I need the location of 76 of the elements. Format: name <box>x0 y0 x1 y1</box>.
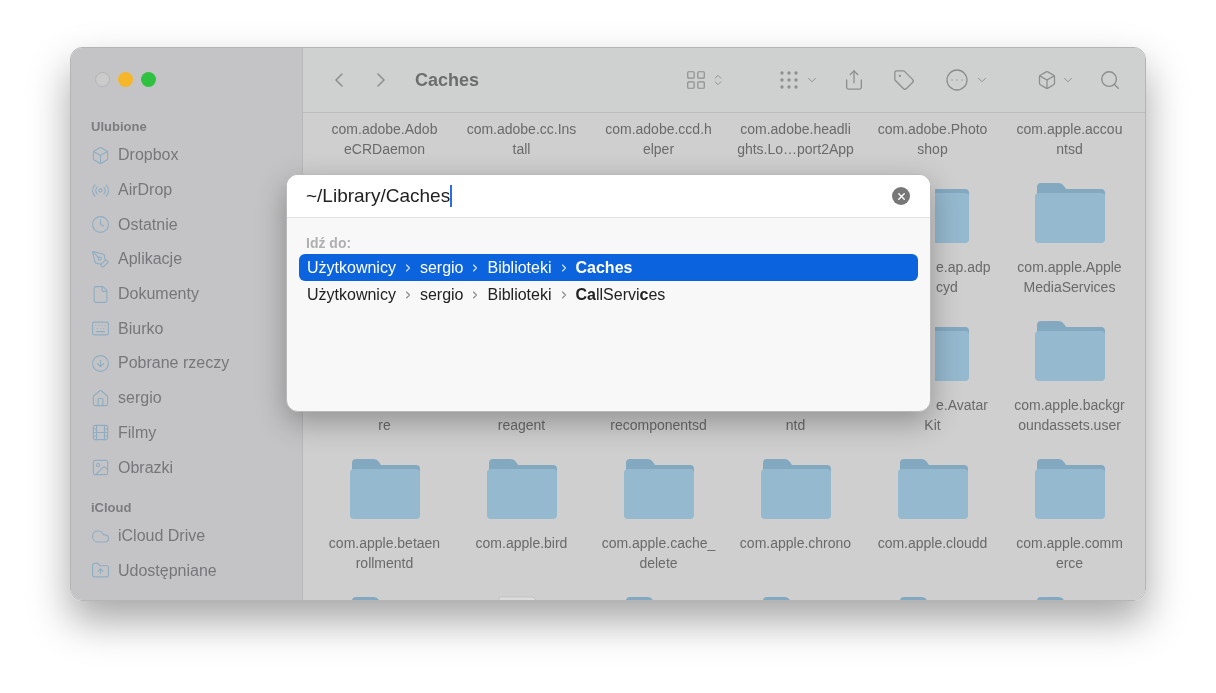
file-name: com.apple.cloudd <box>877 535 988 551</box>
home-icon <box>91 388 110 408</box>
folder-icon <box>484 457 559 521</box>
file-name: com.apple.bird <box>475 535 568 551</box>
file-name: reagent <box>497 417 546 433</box>
folder-icon <box>621 457 696 521</box>
file-name: cyd <box>936 279 958 295</box>
film-icon <box>91 423 110 443</box>
box-icon <box>91 145 110 165</box>
file-name: com.apple.comm <box>1016 535 1123 551</box>
sidebar-item[interactable]: Filmy <box>71 415 302 451</box>
file-name: com.adobe.ccd.h <box>605 121 712 137</box>
file-name: tall <box>512 141 531 157</box>
more-icon <box>945 68 970 92</box>
folder-icon <box>1032 181 1107 245</box>
file-name: Kit <box>924 417 941 433</box>
file-name: ntd <box>785 417 806 433</box>
download-icon <box>91 353 110 373</box>
folder-icon <box>895 457 970 521</box>
image-icon <box>91 458 110 478</box>
file-name: eCRDaemon <box>344 141 425 157</box>
file-name: erce <box>1055 555 1084 571</box>
file-name: com.adobe.Photo <box>877 121 988 137</box>
window-control[interactable] <box>118 72 133 87</box>
file-name: recomponentsd <box>610 417 707 433</box>
file-name: com.adobe.Adob <box>331 121 438 137</box>
sidebar-heading: iCloud <box>91 499 132 518</box>
file-name: e.ap.adp <box>936 259 991 275</box>
document-icon <box>91 284 110 304</box>
box-icon <box>1037 70 1058 90</box>
folder-icon <box>758 457 833 521</box>
sidebar-item[interactable]: sergio <box>71 380 302 416</box>
window-title: Caches <box>415 68 480 92</box>
file-name: ghts.Lo…port2App <box>737 141 854 157</box>
sidebar-item[interactable]: Biurko <box>71 311 302 347</box>
file-name: rollmentd <box>355 555 414 571</box>
file-name: oundassets.user <box>1018 417 1121 433</box>
file-name: com.apple.accou <box>1016 121 1123 137</box>
file-name: re <box>378 417 391 433</box>
sidebar-item[interactable]: Udostępniane <box>71 553 302 589</box>
sidebar-item[interactable]: Dropbox <box>71 138 302 173</box>
file-name: delete <box>639 555 678 571</box>
file-name: shop <box>917 141 948 157</box>
file-name: ntsd <box>1056 141 1083 157</box>
sidebar-item[interactable]: Ostatnie <box>71 207 302 243</box>
close-icon <box>895 190 907 202</box>
file-name: e.Avatar <box>936 397 988 413</box>
tag-icon[interactable] <box>893 69 916 91</box>
window-control[interactable] <box>141 72 156 87</box>
clear-button[interactable] <box>892 187 910 205</box>
file-name: com.apple.betaen <box>328 535 441 551</box>
path-suggestion[interactable]: Użytkownicy sergio Biblioteki CallServices <box>299 281 918 308</box>
sidebar-heading: Ulubione <box>91 118 147 137</box>
sidebar-item[interactable]: iCloud Drive <box>71 518 302 554</box>
file-name: com.apple.backgr <box>1014 397 1125 413</box>
folder-icon <box>1032 457 1107 521</box>
sidebar-item[interactable]: AirDrop <box>71 172 302 208</box>
sidebar-item[interactable]: Obrazki <box>71 450 302 485</box>
file-name: com.adobe.headli <box>740 121 851 137</box>
file-name: com.apple.Apple <box>1017 259 1122 275</box>
file-name: com.apple.cache_ <box>601 535 716 551</box>
sidebar-item[interactable]: Dokumenty <box>71 276 302 312</box>
grid-icon <box>685 69 708 91</box>
file-name: com.apple.chrono <box>739 535 852 551</box>
search-icon[interactable] <box>1099 69 1122 91</box>
clock-icon <box>91 215 110 235</box>
section-label: Idź do: <box>306 235 352 251</box>
sidebar-item[interactable]: Aplikacje <box>71 242 302 277</box>
file-name: com.adobe.cc.Ins <box>466 121 577 137</box>
folder-icon <box>1032 319 1107 383</box>
sidebar-item[interactable]: Pobrane rzeczy <box>71 346 302 381</box>
file-name: elper <box>642 141 675 157</box>
path-suggestion[interactable]: Użytkownicy sergio Biblioteki Caches <box>299 254 918 281</box>
file-name: MediaServices <box>1023 279 1116 295</box>
pen-icon <box>91 249 110 269</box>
folder-icon <box>347 457 422 521</box>
